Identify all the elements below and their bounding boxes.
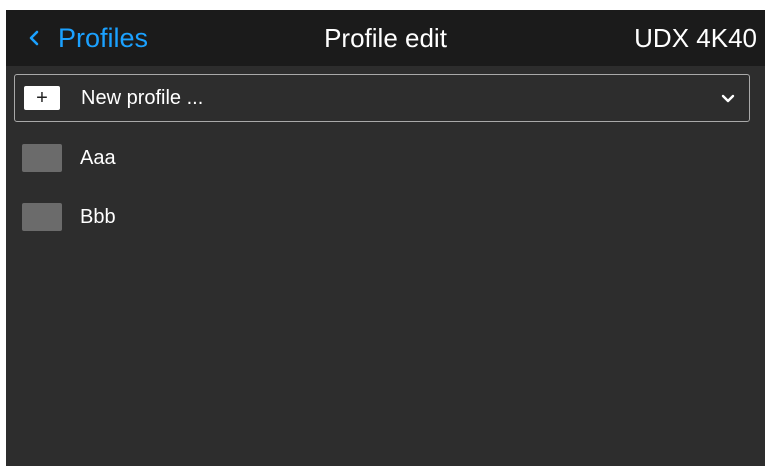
profile-color-swatch (22, 203, 62, 231)
profile-item-bbb[interactable]: Bbb (22, 197, 722, 237)
new-profile-dropdown[interactable]: + New profile ... (14, 74, 750, 122)
profile-label: Bbb (80, 205, 116, 228)
profile-edit-screen: Profiles Profile edit UDX 4K40 + New pro… (6, 10, 765, 466)
back-button[interactable]: Profiles (24, 10, 148, 66)
chevron-down-icon (721, 94, 735, 103)
header-bar: Profiles Profile edit UDX 4K40 (6, 10, 765, 66)
back-label: Profiles (58, 23, 149, 53)
profile-label: Aaa (80, 146, 116, 169)
device-name: UDX 4K40 (634, 23, 757, 53)
profile-item-aaa[interactable]: Aaa (22, 138, 722, 178)
profile-color-swatch (22, 144, 62, 172)
plus-icon: + (24, 86, 60, 110)
chevron-left-icon (29, 30, 39, 46)
new-profile-label: New profile ... (81, 86, 204, 109)
